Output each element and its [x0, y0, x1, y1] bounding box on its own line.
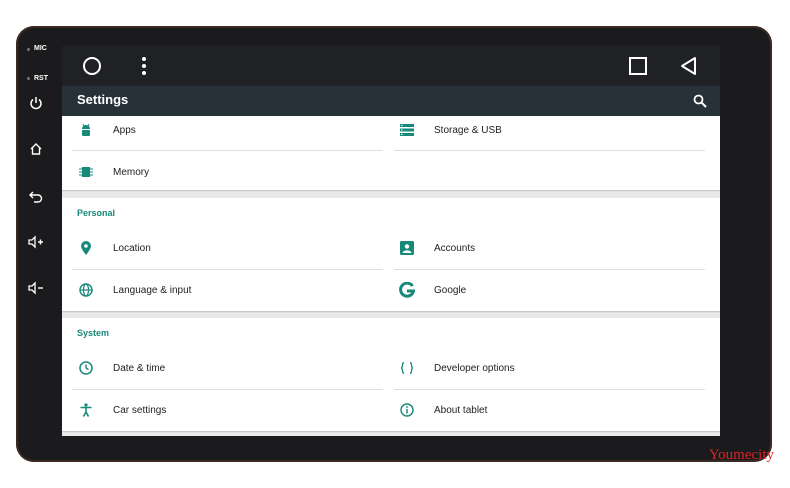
- rst-dot: [27, 77, 30, 80]
- settings-item-car-settings[interactable]: Car settings: [62, 390, 382, 430]
- settings-item-google[interactable]: Google: [383, 270, 703, 310]
- settings-item-developer[interactable]: Developer options: [383, 348, 703, 388]
- settings-item-about[interactable]: About tablet: [383, 390, 703, 430]
- settings-item-location[interactable]: Location: [62, 228, 382, 268]
- accounts-icon: [398, 239, 416, 257]
- rst-label: RST: [34, 75, 48, 82]
- device-section-card: Apps Storage & USB Memory: [62, 116, 720, 190]
- settings-item-apps[interactable]: Apps: [62, 110, 382, 150]
- storage-icon: [398, 121, 416, 139]
- system-section-card: System Date & time Developer options Car…: [62, 318, 720, 431]
- settings-item-label: Language & input: [113, 284, 192, 296]
- home-circle-icon[interactable]: [80, 54, 104, 78]
- settings-item-label: Apps: [113, 124, 136, 136]
- settings-item-accounts[interactable]: Accounts: [383, 228, 703, 268]
- recents-square-icon[interactable]: [626, 54, 650, 78]
- google-icon: [398, 281, 416, 299]
- memory-icon: [77, 163, 95, 181]
- settings-item-label: Google: [434, 284, 467, 296]
- settings-item-memory[interactable]: Memory: [62, 152, 382, 192]
- settings-item-label: Developer options: [434, 362, 515, 374]
- section-title-personal: Personal: [77, 208, 116, 218]
- settings-item-storage[interactable]: Storage & USB: [383, 110, 703, 150]
- settings-item-label: Memory: [113, 166, 150, 178]
- settings-item-label: Date & time: [113, 362, 166, 374]
- back-icon[interactable]: [25, 185, 47, 207]
- back-triangle-icon[interactable]: [677, 54, 701, 78]
- power-icon[interactable]: [25, 92, 47, 114]
- personal-section-card: Personal Location Accounts Language & in…: [62, 198, 720, 311]
- clock-icon: [77, 359, 95, 377]
- section-title-system: System: [77, 328, 110, 338]
- settings-item-label: About tablet: [434, 404, 488, 416]
- settings-item-label: Car settings: [113, 404, 167, 416]
- info-icon: [398, 401, 416, 419]
- overflow-menu-icon[interactable]: [132, 54, 156, 78]
- screen: Settings Apps Storage & USB Memory Perso…: [62, 46, 720, 436]
- divider: [72, 150, 383, 151]
- volume-down-icon[interactable]: [25, 277, 47, 299]
- volume-up-icon[interactable]: [25, 231, 47, 253]
- mic-dot: [27, 48, 30, 51]
- search-icon[interactable]: [692, 93, 708, 109]
- home-icon[interactable]: [25, 138, 47, 160]
- settings-item-date-time[interactable]: Date & time: [62, 348, 382, 388]
- settings-item-language[interactable]: Language & input: [62, 270, 382, 310]
- settings-item-label: Accounts: [434, 242, 476, 254]
- settings-item-label: Location: [113, 242, 151, 254]
- android-icon: [77, 121, 95, 139]
- page-title: Settings: [77, 92, 129, 107]
- settings-item-label: Storage & USB: [434, 124, 502, 136]
- divider: [394, 150, 705, 151]
- watermark: Youmecity: [708, 447, 774, 463]
- navigation-bar: [62, 46, 720, 86]
- globe-icon: [77, 281, 95, 299]
- braces-icon: [398, 359, 416, 377]
- accessibility-icon: [77, 401, 95, 419]
- mic-label: MIC: [34, 45, 47, 52]
- location-icon: [77, 239, 95, 257]
